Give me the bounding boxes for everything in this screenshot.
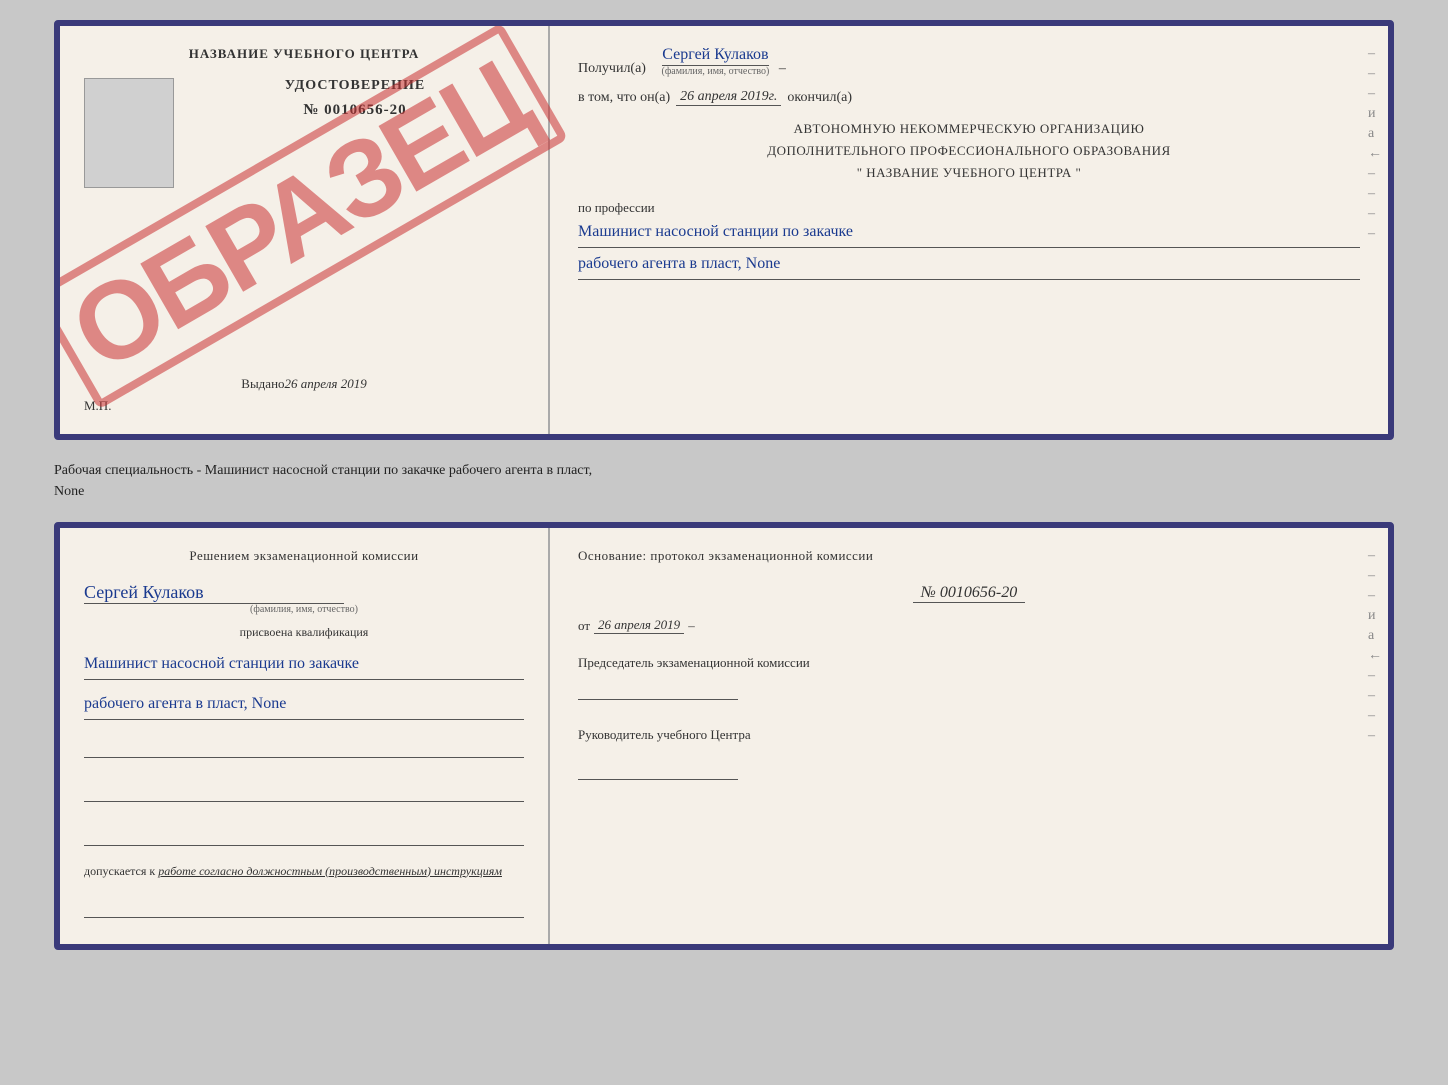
- bdash-9: –: [1368, 708, 1382, 724]
- dash-7: –: [1368, 166, 1382, 182]
- mp-label: М.П.: [84, 398, 111, 414]
- qualification-line1: Машинист насосной станции по закачке: [84, 650, 524, 680]
- dash-2: –: [1368, 66, 1382, 82]
- issued-label: Выдано: [241, 376, 284, 392]
- qualification-label: присвоена квалификация: [84, 625, 524, 640]
- dash-5: а: [1368, 126, 1382, 142]
- bottom-name-sub: (фамилия, имя, отчество): [84, 604, 524, 615]
- separator-line2: None: [54, 481, 1394, 502]
- stamp-area: УДОСТОВЕРЕНИЕ № 0010656-20: [84, 78, 524, 188]
- allowed-label: допускается к: [84, 864, 155, 878]
- date-row: в том, что он(а) 26 апреля 2019г. окончи…: [578, 89, 1360, 106]
- right-side-marks: – – – и а ← – – – –: [1368, 46, 1382, 242]
- blank-line-4: [84, 896, 524, 918]
- blank-line-3: [84, 824, 524, 846]
- bottom-right-panel: Основание: протокол экзаменационной коми…: [550, 528, 1388, 944]
- dashes-col: – – – и а ← – – – –: [1368, 46, 1382, 242]
- dash-1: –: [1368, 46, 1382, 62]
- bdash-10: –: [1368, 728, 1382, 744]
- blank-line-1: [84, 736, 524, 758]
- bottom-name: Сергей Кулаков: [84, 582, 344, 604]
- recipient-name: Сергей Кулаков: [662, 46, 768, 66]
- basis-title: Основание: протокол экзаменационной коми…: [578, 548, 1360, 564]
- dash-after-name: –: [775, 61, 786, 77]
- date-end-label: окончил(а): [787, 90, 852, 106]
- profession-line2: рабочего агента в пласт, None: [578, 250, 1360, 280]
- commission-title: Решением экзаменационной комиссии: [84, 548, 524, 564]
- date-label: в том, что он(а): [578, 90, 670, 106]
- director-label: Руководитель учебного Центра: [578, 726, 1360, 744]
- cert-number: № 0010656-20: [303, 102, 406, 119]
- dashes-col-bottom: – – – и а ← – – – –: [1368, 548, 1382, 744]
- top-right-panel: Получил(а) Сергей Кулаков (фамилия, имя,…: [550, 26, 1388, 434]
- allowed-block: допускается к работе согласно должностны…: [84, 862, 524, 880]
- org-block: АВТОНОМНУЮ НЕКОММЕРЧЕСКУЮ ОРГАНИЗАЦИЮ ДО…: [578, 118, 1360, 184]
- issued-row: Выдано 26 апреля 2019: [84, 368, 524, 392]
- bdash-7: –: [1368, 668, 1382, 684]
- bdash-1: –: [1368, 548, 1382, 564]
- dash-10: –: [1368, 226, 1382, 242]
- top-document: НАЗВАНИЕ УЧЕБНОГО ЦЕНТРА УДОСТОВЕРЕНИЕ №…: [54, 20, 1394, 440]
- chairman-block: Председатель экзаменационной комиссии: [578, 654, 1360, 700]
- photo-placeholder: [84, 78, 174, 188]
- profession-block: по профессии Машинист насосной станции п…: [578, 196, 1360, 280]
- separator-line1: Рабочая специальность - Машинист насосно…: [54, 460, 1394, 481]
- protocol-number-block: № 0010656-20: [578, 584, 1360, 603]
- dash-6: ←: [1368, 146, 1382, 162]
- cert-info: УДОСТОВЕРЕНИЕ № 0010656-20: [186, 78, 524, 119]
- right-marks-bottom: – – – и а ← – – – –: [1368, 548, 1382, 744]
- bdash-8: –: [1368, 688, 1382, 704]
- cert-label: УДОСТОВЕРЕНИЕ: [285, 78, 425, 94]
- blank-line-2: [84, 780, 524, 802]
- org-line2: ДОПОЛНИТЕЛЬНОГО ПРОФЕССИОНАЛЬНОГО ОБРАЗО…: [767, 143, 1170, 158]
- received-label: Получил(а): [578, 61, 646, 77]
- bdash-6: ←: [1368, 648, 1382, 664]
- top-left-panel: НАЗВАНИЕ УЧЕБНОГО ЦЕНТРА УДОСТОВЕРЕНИЕ №…: [60, 26, 550, 434]
- allowed-text: работе согласно должностным (производств…: [158, 864, 502, 878]
- dash-4: и: [1368, 106, 1382, 122]
- bdash-5: а: [1368, 628, 1382, 644]
- received-row: Получил(а) Сергей Кулаков (фамилия, имя,…: [578, 46, 1360, 77]
- dash-3: –: [1368, 86, 1382, 102]
- bottom-left-panel: Решением экзаменационной комиссии Сергей…: [60, 528, 550, 944]
- dash-9: –: [1368, 206, 1382, 222]
- separator-text: Рабочая специальность - Машинист насосно…: [54, 456, 1394, 506]
- name-block: Сергей Кулаков (фамилия, имя, отчество): [84, 582, 524, 615]
- qualification-line2: рабочего агента в пласт, None: [84, 690, 524, 720]
- protocol-number: № 0010656-20: [913, 584, 1025, 603]
- director-sign-line: [578, 758, 738, 780]
- bdash-2: –: [1368, 568, 1382, 584]
- protocol-date-dash: –: [688, 618, 695, 634]
- dash-8: –: [1368, 186, 1382, 202]
- top-left-title: НАЗВАНИЕ УЧЕБНОГО ЦЕНТРА: [189, 46, 420, 62]
- bdash-3: –: [1368, 588, 1382, 604]
- issued-date: 26 апреля 2019: [285, 376, 367, 392]
- bottom-document: Решением экзаменационной комиссии Сергей…: [54, 522, 1394, 950]
- chairman-sign-line: [578, 678, 738, 700]
- chairman-label: Председатель экзаменационной комиссии: [578, 654, 1360, 672]
- org-line3: " НАЗВАНИЕ УЧЕБНОГО ЦЕНТРА ": [857, 165, 1082, 180]
- name-subtext: (фамилия, имя, отчество): [661, 66, 769, 77]
- org-line1: АВТОНОМНУЮ НЕКОММЕРЧЕСКУЮ ОРГАНИЗАЦИЮ: [794, 121, 1145, 136]
- date-value: 26 апреля 2019г.: [676, 89, 781, 106]
- profession-label: по профессии: [578, 200, 1360, 216]
- protocol-date-block: от 26 апреля 2019 –: [578, 617, 1360, 634]
- protocol-date-prefix: от: [578, 618, 590, 634]
- profession-line1: Машинист насосной станции по закачке: [578, 218, 1360, 248]
- protocol-date: 26 апреля 2019: [594, 617, 684, 634]
- bdash-4: и: [1368, 608, 1382, 624]
